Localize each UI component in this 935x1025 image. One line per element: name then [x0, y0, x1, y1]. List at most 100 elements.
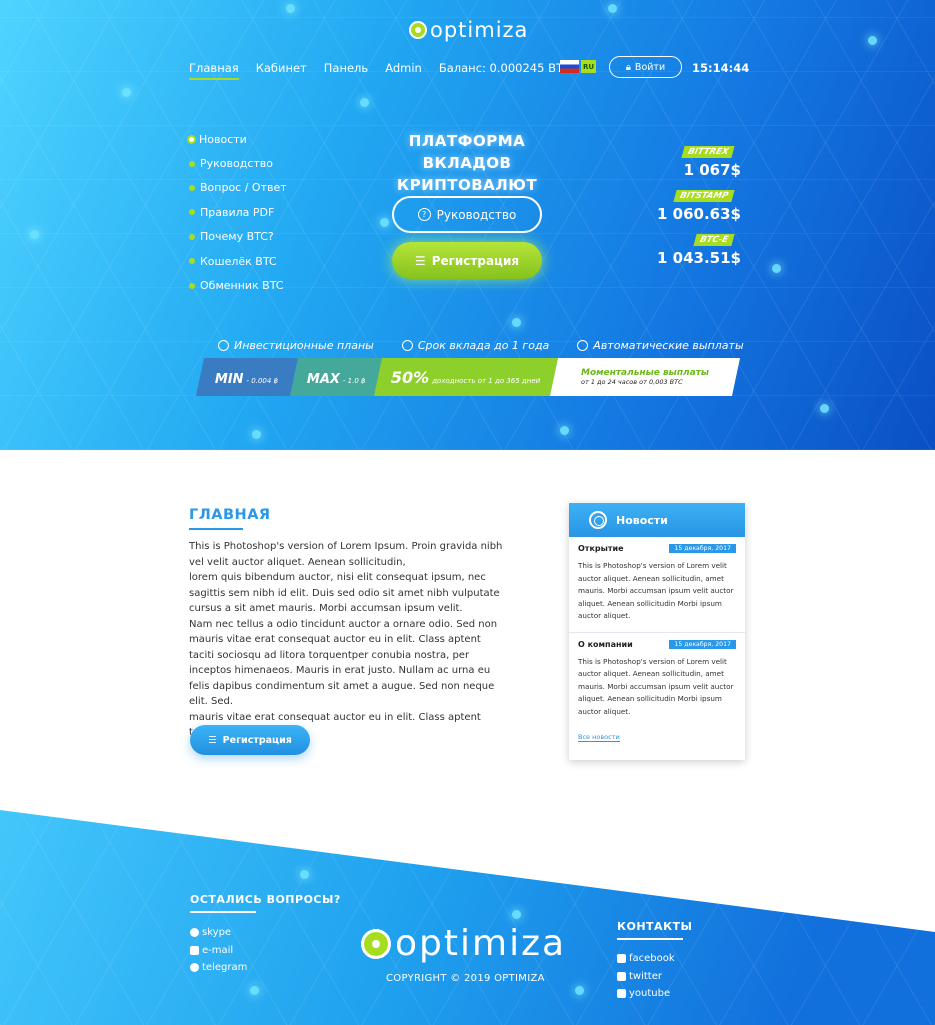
glow-dot	[360, 98, 369, 107]
email-icon	[190, 945, 199, 955]
skype-link[interactable]: skype	[190, 924, 247, 942]
news-item[interactable]: Открытие 15 декабря, 2017 This is Photos…	[569, 537, 745, 633]
side-menu-item-news[interactable]: Новости	[189, 127, 287, 151]
nav-balance: Баланс: 0.000245 BTC	[438, 61, 571, 75]
bullet-icon	[189, 233, 195, 240]
rate-exchange-tag: BITSTAMP	[673, 190, 735, 202]
glow-dot	[122, 88, 131, 97]
bullet-icon	[189, 282, 195, 289]
side-menu-label: Почему BTC?	[200, 230, 274, 244]
glow-dot	[512, 910, 521, 919]
site-logo[interactable]: optimiza	[409, 18, 528, 42]
all-news-link[interactable]: Все новости	[578, 733, 620, 742]
plan-instant: Моментальные выплаты от 1 до 24 часов от…	[549, 358, 741, 396]
youtube-icon	[617, 989, 626, 999]
login-button[interactable]: 🔒︎ Войти	[609, 56, 682, 78]
glow-dot	[560, 426, 569, 435]
link-label: facebook	[629, 953, 675, 965]
feature-label: Срок вклада до 1 года	[417, 339, 550, 352]
news-item-date: 15 декабря, 2017	[669, 639, 736, 649]
hero-headline-line: КРИПТОВАЛЮТ	[396, 176, 538, 194]
logo-text: optimiza	[430, 18, 529, 42]
bullet-icon	[189, 184, 195, 191]
question-icon: ?	[417, 208, 431, 221]
news-title: Новости	[616, 513, 668, 527]
hero-section: optimiza Главная Кабинет Панель Admin Ба…	[0, 0, 935, 450]
glow-dot	[252, 430, 261, 439]
feature-label: Инвестиционные планы	[234, 339, 374, 352]
side-menu-item-why-btc[interactable]: Почему BTC?	[189, 225, 287, 249]
news-item-body: This is Photoshop's version of Lorem vel…	[578, 561, 734, 620]
link-label: skype	[202, 927, 232, 939]
contacts-links: facebook twitter youtube	[617, 950, 675, 1003]
facebook-icon	[617, 954, 626, 964]
side-menu-item-rules[interactable]: Правила PDF	[189, 200, 287, 224]
glow-dot	[820, 404, 829, 413]
nav-item-panel[interactable]: Панель	[324, 61, 368, 80]
side-menu-label: Обменник BTC	[200, 279, 284, 293]
russia-flag-icon[interactable]	[560, 60, 579, 73]
feature-auto-payouts: Автоматические выплаты	[577, 339, 744, 352]
glow-dot	[512, 318, 521, 327]
youtube-link[interactable]: youtube	[617, 985, 675, 1003]
bullet-icon	[189, 258, 195, 265]
news-header: Новости	[569, 503, 745, 537]
side-menu-item-exchange[interactable]: Обменник BTC	[189, 273, 287, 297]
plan-min-label: MIN	[215, 371, 245, 387]
glow-dot	[575, 986, 584, 995]
bullet-icon	[189, 136, 194, 142]
feature-invest-plans: Инвестиционные планы	[218, 339, 374, 352]
language-badge[interactable]: RU	[581, 60, 596, 73]
page-title: ГЛАВНАЯ	[189, 507, 271, 530]
facebook-link[interactable]: facebook	[617, 950, 675, 968]
register-button-label: Регистрация	[431, 253, 520, 268]
email-link[interactable]: e-mail	[190, 942, 247, 960]
glow-dot	[608, 4, 617, 13]
feature-term: Срок вклада до 1 года	[401, 339, 550, 352]
guide-button[interactable]: ? Руководство	[392, 196, 542, 233]
nav-item-home[interactable]: Главная	[189, 61, 239, 80]
copyright: COPYRIGHT © 2019 OPTIMIZA	[386, 973, 545, 984]
glow-dot	[300, 870, 309, 879]
side-menu: Новости Руководство Вопрос / Ответ Прави…	[189, 127, 287, 298]
chart-icon	[218, 340, 229, 351]
side-menu-item-faq[interactable]: Вопрос / Ответ	[189, 176, 287, 200]
plan-percent: 50% доходность от 1 до 365 дней	[373, 358, 559, 396]
link-label: twitter	[629, 970, 662, 982]
nav-item-cabinet[interactable]: Кабинет	[256, 61, 307, 80]
layers-icon: ☰	[414, 253, 426, 268]
features-header: Инвестиционные планы Срок вклада до 1 го…	[218, 339, 744, 352]
glow-dot	[286, 4, 295, 13]
glow-dot	[30, 230, 39, 239]
hero-headline-line: ПЛАТФОРМА ВКЛАДОВ	[408, 132, 526, 172]
nav-item-admin[interactable]: Admin	[385, 61, 422, 80]
skype-icon	[190, 928, 199, 938]
plan-max-value: - 1.0 ฿	[342, 376, 366, 385]
glow-dot	[868, 36, 877, 45]
register-button[interactable]: ☰ Регистрация	[392, 242, 542, 279]
login-label: Войти	[634, 61, 666, 73]
footer-logo[interactable]: optimiza	[361, 923, 566, 964]
news-item-body: This is Photoshop's version of Lorem vel…	[578, 656, 734, 716]
news-item-title: О компании	[578, 639, 633, 649]
lock-icon: 🔒︎	[625, 61, 631, 73]
register-button-secondary[interactable]: ☰ Регистрация	[190, 725, 310, 755]
side-menu-label: Новости	[199, 132, 247, 146]
rate-bitstamp: BITSTAMP 1 060.63$	[657, 190, 741, 223]
twitter-link[interactable]: twitter	[617, 968, 675, 986]
telegram-link[interactable]: telegram	[190, 959, 247, 977]
rate-bittrex: BITTREX 1 067$	[657, 146, 741, 179]
glow-dot	[250, 986, 259, 995]
side-menu-item-guide[interactable]: Руководство	[189, 151, 287, 175]
news-item[interactable]: О компании 15 декабря, 2017 This is Phot…	[569, 633, 745, 728]
rate-exchange-tag: BITTREX	[681, 146, 735, 158]
plan-strip: MIN - 0.004 ฿ MAX - 1.0 ฿ 50% доходность от…	[195, 358, 741, 396]
logo-mark-icon	[409, 21, 427, 39]
side-menu-item-wallet[interactable]: Кошелёк BTC	[189, 249, 287, 273]
side-menu-label: Кошелёк BTC	[200, 254, 277, 268]
exchange-rates: BITTREX 1 067$ BITSTAMP 1 060.63$ BTC-E …	[657, 146, 741, 278]
side-menu-label: Руководство	[200, 157, 274, 171]
clock: 15:14:44	[692, 61, 750, 75]
plan-instant-title: Моментальные выплаты	[580, 368, 710, 378]
rate-value: 1 060.63$	[657, 205, 741, 223]
